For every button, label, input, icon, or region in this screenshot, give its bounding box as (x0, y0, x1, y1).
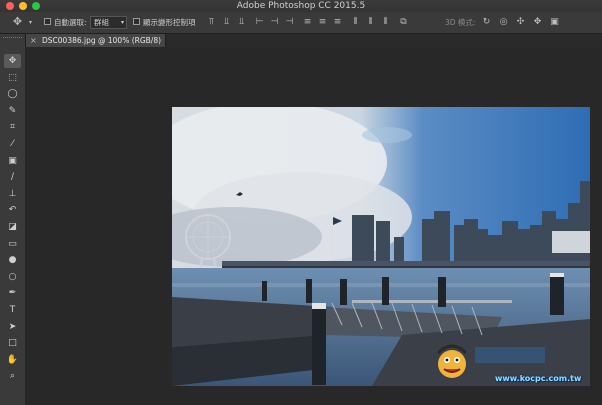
mode-3d-label: 3D 模式: (445, 18, 476, 27)
lasso-tool[interactable]: ◯ (4, 87, 21, 101)
watermark-url: www.kocpc.com.tw (495, 374, 582, 383)
panel-grip[interactable] (3, 37, 22, 40)
zoom-icon: ⌕ (9, 371, 16, 382)
type-icon: T (9, 305, 16, 315)
dodge-icon: ○ (8, 271, 17, 282)
distribute-vcenter-icon[interactable]: ≡ (317, 17, 328, 28)
document-tab-bar: × DSC00386.jpg @ 100% (RGB/8) (25, 34, 602, 47)
chevron-down-icon[interactable]: ▾ (25, 17, 36, 28)
eyedropper-icon: ⁄ (11, 139, 14, 149)
auto-align-icon[interactable]: ⧉ (398, 17, 409, 28)
marquee-tool[interactable]: ⬚ (4, 71, 21, 85)
distribute-right-icon[interactable]: ⦀ (380, 17, 391, 28)
drag-3d-icon[interactable]: ✣ (515, 17, 526, 28)
orbit-3d-icon[interactable]: ↻ (481, 17, 492, 28)
brush-icon: ∕ (10, 172, 15, 183)
crop-icon: ⌗ (9, 122, 16, 133)
close-tab-icon[interactable]: × (30, 34, 37, 47)
eyedropper-tool[interactable]: ⁄ (4, 137, 21, 151)
align-top-icon[interactable]: ⫪ (206, 17, 217, 28)
auto-select-dropdown[interactable]: 群組 ▾ (90, 16, 127, 29)
document-image[interactable] (172, 107, 590, 386)
auto-select-checkbox[interactable] (44, 18, 51, 25)
tools-panel: ✥ ⬚ ◯ ✎ ⌗ ⁄ ▣ ∕ ⊥ ↶ ◪ ▭ ● ○ ✒ T ➤ □ ✋ ⌕ (0, 34, 26, 405)
options-bar: ✥ ▾ 自動選取: 群組 ▾ 顯示變形控制項 ⫪ ⫫ ⫫ ⊢ ⊣ ⊣ ≡ ≡ ≡… (0, 12, 602, 34)
gradient-tool[interactable]: ▭ (4, 237, 21, 251)
hand-tool[interactable]: ✋ (4, 353, 21, 367)
align-right-icon[interactable]: ⊣ (284, 17, 295, 28)
marquee-icon: ⬚ (8, 72, 17, 83)
brush-tool[interactable]: ∕ (4, 170, 21, 184)
distribute-bottom-icon[interactable]: ≡ (332, 17, 343, 28)
path-select-icon: ➤ (8, 321, 17, 332)
eraser-icon: ◪ (8, 222, 17, 232)
pen-icon: ✒ (8, 288, 17, 299)
move-icon: ✥ (8, 56, 17, 66)
dodge-tool[interactable]: ○ (4, 270, 21, 284)
auto-select-value: 群組 (94, 18, 109, 27)
distribute-left-icon[interactable]: ⦀ (350, 17, 361, 28)
scale-3d-icon[interactable]: ▣ (549, 17, 560, 28)
auto-select-label: 自動選取: (54, 18, 87, 27)
pen-tool[interactable]: ✒ (4, 286, 21, 300)
align-left-icon[interactable]: ⊢ (254, 17, 265, 28)
shape-icon: □ (8, 338, 17, 349)
distribute-hcenter-icon[interactable]: ⦀ (365, 17, 376, 28)
document-tab[interactable]: × DSC00386.jpg @ 100% (RGB/8) (25, 34, 166, 47)
roll-3d-icon[interactable]: ◎ (498, 17, 509, 28)
lasso-icon: ◯ (7, 89, 18, 100)
path-select-tool[interactable]: ➤ (4, 320, 21, 334)
slide-3d-icon[interactable]: ✥ (532, 17, 543, 28)
window-title: Adobe Photoshop CC 2015.5 (236, 1, 366, 11)
document-tab-label: DSC00386.jpg @ 100% (RGB/8) (42, 36, 162, 45)
type-tool[interactable]: T (4, 303, 21, 317)
move-icon[interactable]: ✥ (12, 16, 23, 27)
distribute-top-icon[interactable]: ≡ (302, 17, 313, 28)
chevron-down-icon: ▾ (120, 19, 124, 26)
quick-select-tool[interactable]: ✎ (4, 104, 21, 118)
shape-tool[interactable]: □ (4, 336, 21, 350)
hand-icon: ✋ (6, 354, 19, 365)
blur-tool[interactable]: ● (4, 253, 21, 267)
align-hcenter-icon[interactable]: ⊣ (269, 17, 280, 28)
align-bottom-icon[interactable]: ⫫ (236, 17, 247, 28)
crop-tool[interactable]: ⌗ (4, 120, 21, 134)
clone-stamp-tool[interactable]: ⊥ (4, 187, 21, 201)
harbour-photo (172, 107, 590, 386)
quick-select-icon: ✎ (8, 105, 17, 116)
clone-stamp-icon: ⊥ (8, 188, 17, 199)
show-transform-checkbox[interactable] (133, 18, 140, 25)
history-brush-icon: ↶ (8, 205, 17, 216)
blur-icon: ● (8, 255, 17, 266)
healing-icon: ▣ (8, 155, 17, 166)
history-brush-tool[interactable]: ↶ (4, 203, 21, 217)
eraser-tool[interactable]: ◪ (4, 220, 21, 234)
align-vcenter-icon[interactable]: ⫫ (221, 17, 232, 28)
show-transform-label: 顯示變形控制項 (143, 18, 196, 27)
healing-tool[interactable]: ▣ (4, 154, 21, 168)
gradient-icon: ▭ (8, 238, 17, 249)
zoom-tool[interactable]: ⌕ (4, 369, 21, 383)
move-tool[interactable]: ✥ (4, 54, 21, 68)
